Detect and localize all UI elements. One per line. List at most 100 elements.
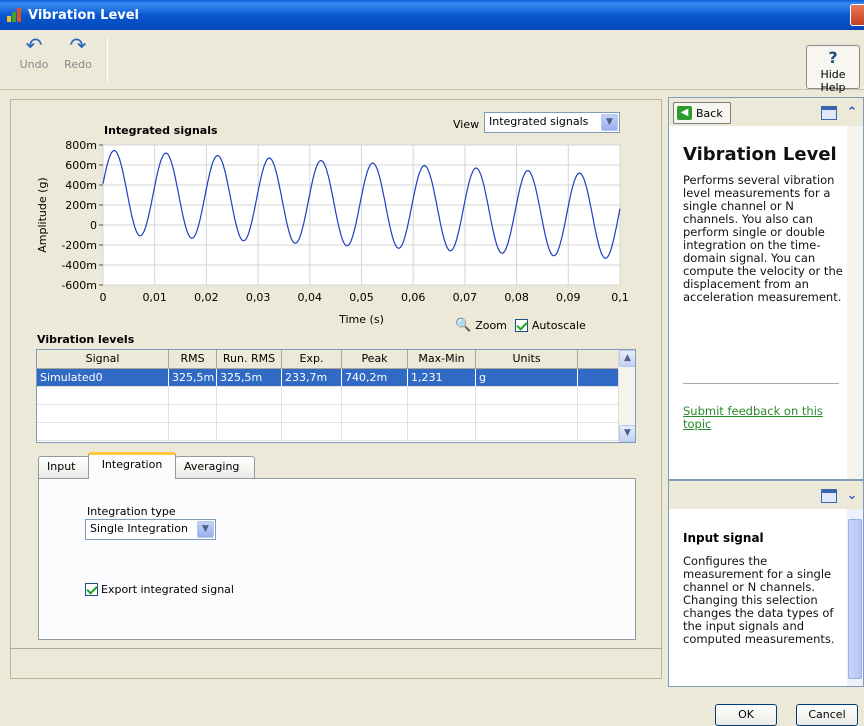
hide-help-label: Hide Help [820, 68, 846, 94]
table-cell: Simulated0 [37, 369, 169, 386]
y-tick-label: 200m [65, 199, 97, 212]
back-label: Back [696, 106, 723, 120]
help-divider [683, 383, 839, 384]
vibration-levels-title: Vibration levels [37, 333, 135, 346]
integration-type-select[interactable]: Single Integration ▼ [85, 519, 216, 540]
table-row[interactable]: Simulated0 325,5m 325,5m 233,7m 740,2m 1… [37, 369, 635, 387]
tab-input[interactable]: Input [38, 456, 90, 478]
context-help-title: Input signal [683, 531, 764, 545]
x-tick-label: 0,09 [556, 291, 581, 304]
toolbar: ↶ Undo ↷ Redo [0, 30, 864, 90]
close-button[interactable] [850, 4, 864, 26]
export-integrated-label[interactable]: Export integrated signal [101, 583, 234, 596]
table-row-empty[interactable] [37, 387, 635, 405]
table-cell: 325,5m [217, 369, 282, 386]
view-select-value: Integrated signals [489, 115, 589, 128]
help-context-pane: ⌄ Input signal Configures the measuremen… [668, 480, 864, 687]
scroll-thumb[interactable] [848, 519, 862, 679]
scroll-up-icon[interactable]: ▲ [619, 350, 635, 367]
view-label: View [453, 118, 480, 131]
table-scrollbar[interactable]: ▲ ▼ [618, 350, 635, 442]
back-button[interactable]: ◀ Back [673, 102, 731, 124]
x-tick-label: 0,05 [349, 291, 374, 304]
y-tick-label: -600m [61, 279, 97, 292]
table-row-empty[interactable] [37, 405, 635, 423]
integration-type-value: Single Integration [90, 522, 188, 535]
zoom-autoscale-controls: 🔍 Zoom Autoscale [455, 318, 586, 333]
tab-integration[interactable]: Integration [88, 452, 176, 479]
chevron-up-icon[interactable]: ⌃ [843, 104, 861, 122]
context-help-body: Configures the measurement for a single … [683, 554, 835, 646]
column-header[interactable]: Max-Min [408, 350, 476, 368]
vibration-levels-table[interactable]: Signal RMS Run. RMS Exp. Peak Max-Min Un… [36, 349, 636, 443]
table-cell: 740,2m [342, 369, 408, 386]
x-axis-label: Time (s) [338, 313, 384, 326]
toolbar-divider [107, 38, 108, 82]
chevron-down-icon[interactable]: ▼ [601, 114, 618, 131]
window-title: Vibration Level [28, 7, 140, 23]
export-integrated-row[interactable]: Export integrated signal [85, 583, 234, 596]
integration-type-label: Integration type [87, 505, 176, 518]
help-context-bar: ⌄ [669, 481, 863, 509]
zoom-icon[interactable]: 🔍 [455, 318, 471, 333]
undo-label: Undo [19, 58, 49, 71]
x-tick-label: 0,06 [401, 291, 426, 304]
x-tick-label: 0,08 [504, 291, 529, 304]
back-arrow-icon: ◀ [677, 106, 692, 120]
autoscale-checkbox[interactable] [514, 319, 528, 332]
ok-button[interactable]: OK [715, 704, 777, 726]
redo-button[interactable]: ↷ Redo [58, 34, 98, 82]
submit-feedback-link[interactable]: Submit feedback on this topic [683, 405, 843, 431]
column-header[interactable]: Run. RMS [217, 350, 282, 368]
help-title: Vibration Level [683, 144, 837, 165]
column-header[interactable]: Exp. [282, 350, 342, 368]
export-integrated-checkbox[interactable] [85, 583, 98, 596]
y-tick-label: 0 [90, 219, 97, 232]
column-header[interactable]: Units [476, 350, 578, 368]
help-topic-pane: ◀ Back ⌃ Vibration Level Performs severa… [668, 97, 864, 480]
table-row-empty[interactable] [37, 423, 635, 441]
zoom-label[interactable]: Zoom [475, 319, 507, 332]
chevron-down-icon[interactable]: ⌄ [843, 487, 861, 505]
help-scrollbar[interactable] [847, 126, 863, 479]
help-body: Performs several vibration level measure… [683, 173, 843, 304]
x-tick-label: 0,02 [194, 291, 219, 304]
table-header: Signal RMS Run. RMS Exp. Peak Max-Min Un… [37, 350, 635, 369]
scroll-down-icon[interactable]: ▼ [619, 425, 635, 442]
hide-help-button[interactable]: ? Hide Help [806, 45, 860, 94]
undo-button[interactable]: ↶ Undo [14, 34, 54, 82]
cancel-button[interactable]: Cancel [796, 704, 858, 726]
table-cell: 325,5m [169, 369, 217, 386]
chevron-down-icon[interactable]: ▼ [197, 521, 214, 538]
y-tick-label: -400m [61, 259, 97, 272]
autoscale-label[interactable]: Autoscale [532, 319, 586, 332]
integrated-signals-chart: 0 0,01 0,02 0,03 0,04 0,05 0,06 0,07 0,08 0,09 0,1… [36, 139, 628, 326]
title-bar: Vibration Level [0, 0, 864, 30]
window-dock-icon[interactable] [821, 106, 837, 120]
view-select[interactable]: Integrated signals ▼ [484, 112, 620, 133]
y-tick-label: 400m [65, 179, 97, 192]
column-header[interactable]: RMS [169, 350, 217, 368]
x-tick-label: 0,01 [142, 291, 167, 304]
status-divider [10, 648, 662, 649]
y-axis-label: Amplitude (g) [36, 177, 49, 252]
x-tick-label: 0,1 [611, 291, 628, 304]
redo-icon: ↷ [69, 33, 87, 57]
table-cell: g [476, 369, 578, 386]
table-cell: 1,231 [408, 369, 476, 386]
table-cell: 233,7m [282, 369, 342, 386]
integration-tab-panel: Integration type Single Integration ▼ Ex… [38, 478, 636, 640]
help-panel: ◀ Back ⌃ Vibration Level Performs severa… [668, 97, 864, 687]
help-nav-bar: ◀ Back ⌃ [669, 98, 863, 126]
app-icon [6, 7, 22, 23]
x-tick-label: 0,03 [246, 291, 271, 304]
help-question-icon: ? [828, 48, 838, 67]
context-help-scrollbar[interactable] [847, 509, 863, 686]
column-header[interactable]: Signal [37, 350, 169, 368]
window-dock-icon[interactable] [821, 489, 837, 503]
x-tick-label: 0 [100, 291, 107, 304]
column-header[interactable]: Peak [342, 350, 408, 368]
redo-label: Redo [64, 58, 92, 71]
tab-averaging[interactable]: Averaging [175, 456, 255, 478]
x-tick-label: 0,04 [298, 291, 323, 304]
